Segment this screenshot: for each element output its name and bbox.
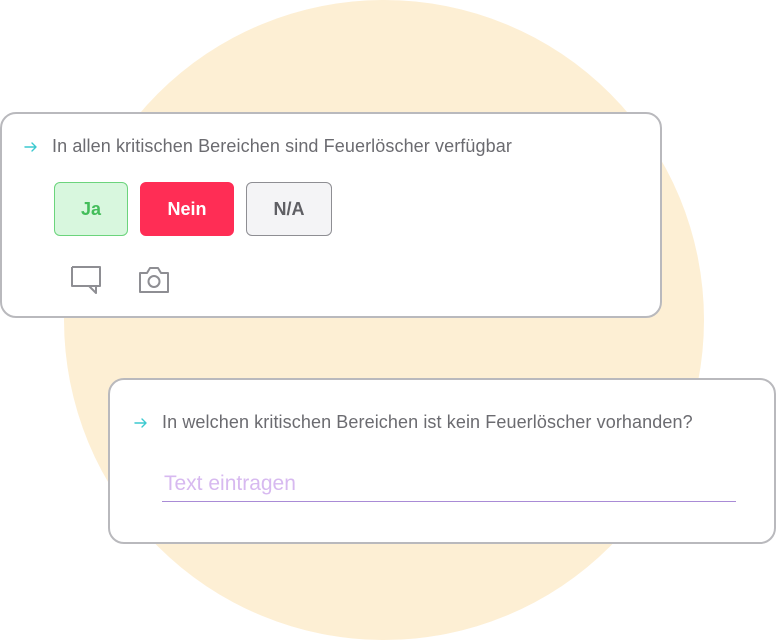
answer-no-button[interactable]: Nein	[140, 182, 234, 236]
page-stage: In allen kritischen Bereichen sind Feuer…	[0, 0, 776, 640]
question-card-fire-extinguishers: In allen kritischen Bereichen sind Feuer…	[0, 112, 662, 318]
answer-options: Ja Nein N/A	[54, 182, 332, 236]
answer-yes-button[interactable]: Ja	[54, 182, 128, 236]
comment-icon[interactable]	[70, 264, 102, 296]
question-label: In allen kritischen Bereichen sind Feuer…	[52, 136, 512, 156]
answer-na-button[interactable]: N/A	[246, 182, 332, 236]
question-row: In allen kritischen Bereichen sind Feuer…	[24, 136, 512, 157]
camera-icon[interactable]	[138, 264, 170, 296]
answer-text-input[interactable]	[162, 466, 736, 502]
question-label: In welchen kritischen Bereichen ist kein…	[162, 412, 693, 432]
question-row: In welchen kritischen Bereichen ist kein…	[134, 412, 693, 433]
question-card-missing-extinguishers: In welchen kritischen Bereichen ist kein…	[108, 378, 776, 544]
question-actions	[70, 264, 170, 296]
background-circle	[64, 0, 704, 640]
arrow-right-icon	[134, 416, 148, 430]
arrow-right-icon	[24, 140, 38, 154]
